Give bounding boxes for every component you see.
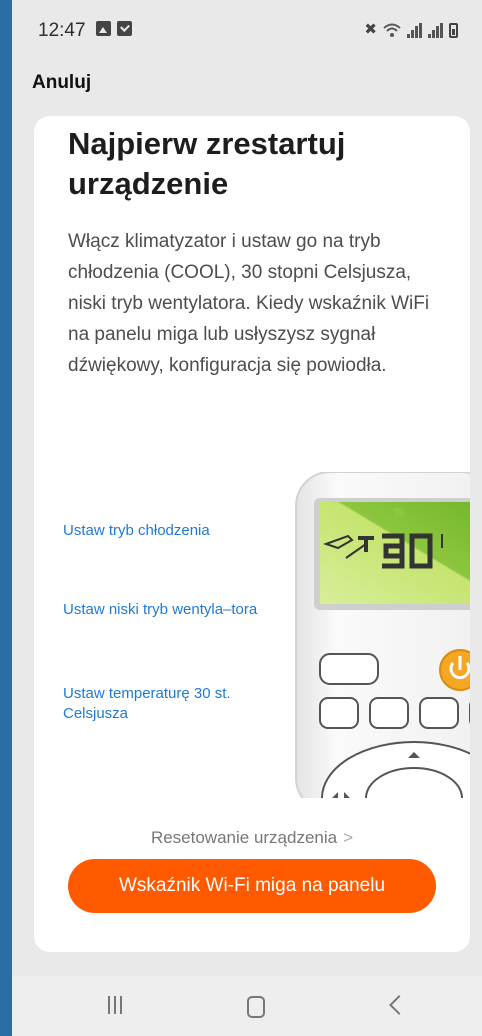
- top-bar: Anuluj: [12, 62, 482, 102]
- reset-device-label: Resetowanie urządzenia: [150, 828, 338, 847]
- status-right-icons: ✖: [364, 20, 458, 38]
- check-icon: [117, 21, 132, 36]
- cancel-button[interactable]: Anuluj: [32, 72, 91, 94]
- card-description: Włącz klimatyzator i ustaw go na tryb ch…: [68, 231, 430, 376]
- wifi-icon: [383, 23, 401, 37]
- reset-device-link[interactable]: Resetowanie urządzenia >: [34, 828, 470, 848]
- status-bar: 12:47 ✖: [12, 0, 482, 60]
- step-label-low-fan: Ustaw niski tryb wentyla–tora: [63, 601, 258, 618]
- recent-apps-icon[interactable]: [108, 996, 126, 1014]
- step-label-temperature: Ustaw temperaturę 30 st. Celsjusza: [63, 685, 231, 722]
- battery-icon: [449, 23, 458, 38]
- signal-icon: [407, 23, 422, 38]
- signal-icon: [428, 23, 443, 38]
- wifi-blinking-confirm-button[interactable]: Wskaźnik Wi-Fi miga na panelu: [68, 859, 436, 913]
- phone-screen: 12:47 ✖ Anuluj Najpierw zrestartuj urząd…: [12, 0, 482, 1036]
- chevron-right-icon: >: [343, 828, 354, 847]
- system-nav-bar: [12, 976, 482, 1036]
- status-time: 12:47: [38, 20, 86, 41]
- remote-illustration: Ustaw tryb chłodzenia Ustaw niski tryb w…: [34, 468, 470, 798]
- mute-icon: ✖: [364, 21, 377, 38]
- status-left-icons: [96, 21, 132, 36]
- home-icon[interactable]: [247, 996, 265, 1018]
- step-label-cool-mode: Ustaw tryb chłodzenia: [63, 522, 210, 539]
- back-icon[interactable]: [389, 995, 409, 1015]
- card-title: Najpierw zrestartuj urządzenie: [68, 126, 346, 201]
- remote-control-image: [295, 472, 470, 798]
- image-icon: [96, 21, 111, 36]
- instruction-card: Najpierw zrestartuj urządzenie Włącz kli…: [34, 116, 470, 952]
